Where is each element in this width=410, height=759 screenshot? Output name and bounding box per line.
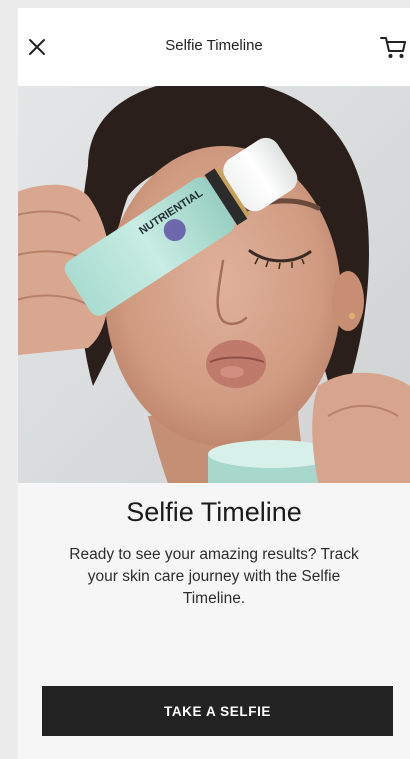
section-description: Ready to see your amazing results? Track… [69,546,359,607]
woman-with-skincare-product-image: NUTRIENTIAL [18,86,410,483]
hero-image: NUTRIENTIAL [18,86,410,483]
top-app-bar: Selfie Timeline [18,8,410,86]
section-title: Selfie Timeline [126,497,302,527]
header-title: Selfie Timeline [165,37,263,54]
selfie-timeline-screen: Selfie Timeline NUTRIENTIAL Selfie Timel… [18,8,410,759]
cart-icon [380,37,406,58]
cart-button[interactable] [378,33,408,61]
take-a-selfie-button[interactable]: TAKE A SELFIE [42,686,393,736]
